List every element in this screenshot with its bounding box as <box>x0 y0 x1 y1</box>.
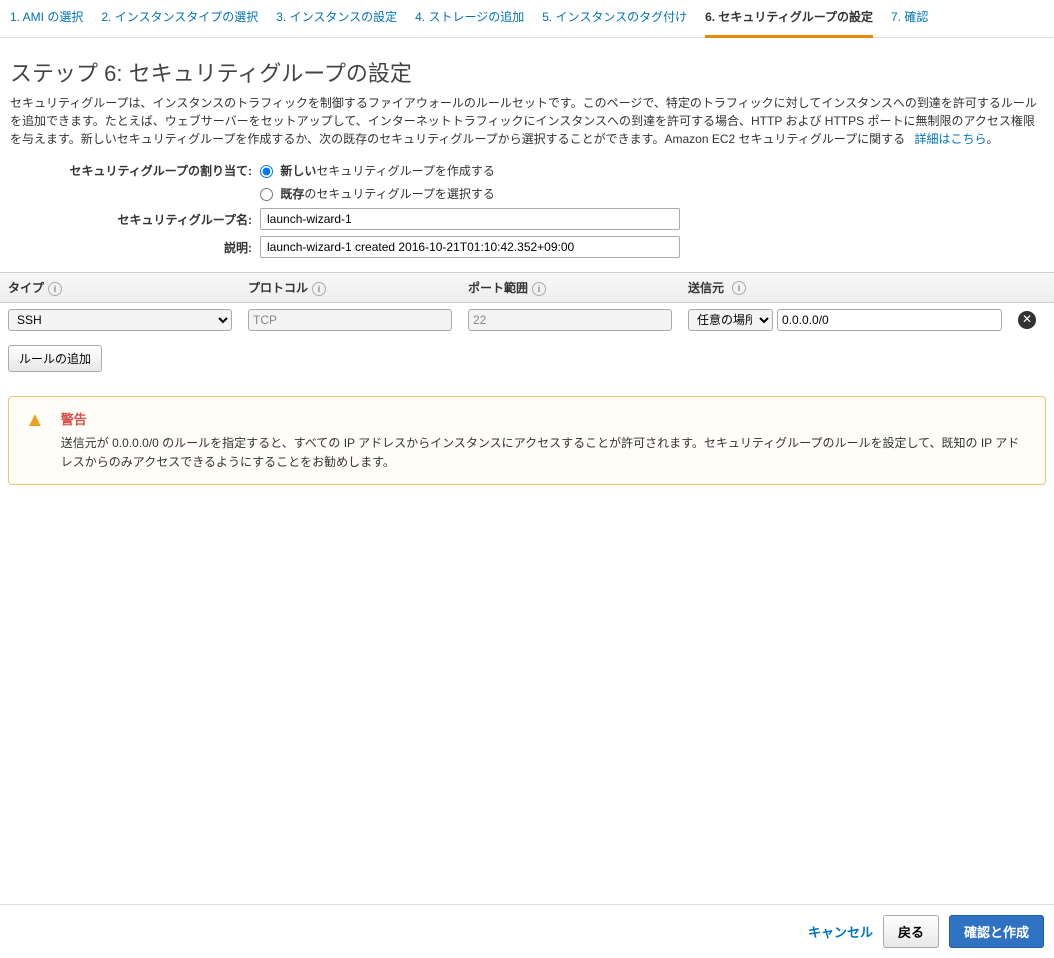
rule-port-input <box>468 309 672 331</box>
rule-row: SSH 任意の場所 ✕ <box>0 303 1054 337</box>
radio-new[interactable]: 新しいセキュリティグループを作成する <box>260 164 495 178</box>
page-description: セキュリティグループは、インスタンスのトラフィックを制御するファイアウォールのル… <box>10 94 1044 148</box>
nav-step-4[interactable]: 4. ストレージの追加 <box>415 8 524 31</box>
wizard-nav: 1. AMI の選択 2. インスタンスタイプの選択 3. インスタンスの設定 … <box>0 0 1054 38</box>
radio-new-input[interactable] <box>260 165 273 178</box>
sg-desc-input[interactable] <box>260 236 680 258</box>
radio-existing-input[interactable] <box>260 188 273 201</box>
sg-name-label: セキュリティグループ名: <box>10 211 260 228</box>
rule-protocol-input <box>248 309 452 331</box>
warning-text: 送信元が 0.0.0.0/0 のルールを指定すると、すべての IP アドレスから… <box>61 434 1029 472</box>
nav-step-6[interactable]: 6. セキュリティグループの設定 <box>705 8 873 38</box>
warning-box: ▲ 警告 送信元が 0.0.0.0/0 のルールを指定すると、すべての IP ア… <box>8 396 1046 485</box>
learn-more-link[interactable]: 詳細はこちら <box>914 132 986 146</box>
rule-source-select[interactable]: 任意の場所 <box>688 309 773 331</box>
rule-type-select[interactable]: SSH <box>8 309 232 331</box>
review-create-button[interactable]: 確認と作成 <box>949 915 1044 948</box>
rules-header: タイプi プロトコルi ポート範囲i 送信元i <box>0 272 1054 303</box>
nav-step-5[interactable]: 5. インスタンスのタグ付け <box>542 8 687 31</box>
nav-step-3[interactable]: 3. インスタンスの設定 <box>276 8 397 31</box>
nav-step-7[interactable]: 7. 確認 <box>891 8 928 31</box>
radio-existing[interactable]: 既存のセキュリティグループを選択する <box>260 187 495 201</box>
cancel-button[interactable]: キャンセル <box>808 922 873 941</box>
page-title: ステップ 6: セキュリティグループの設定 <box>10 56 1044 88</box>
sg-desc-label: 説明: <box>10 239 260 256</box>
warning-title: 警告 <box>61 409 1029 428</box>
assign-label: セキュリティグループの割り当て: <box>10 162 260 179</box>
remove-rule-icon[interactable]: ✕ <box>1018 311 1036 329</box>
info-icon[interactable]: i <box>532 282 546 296</box>
sg-name-input[interactable] <box>260 208 680 230</box>
back-button[interactable]: 戻る <box>883 915 939 948</box>
nav-step-2[interactable]: 2. インスタンスタイプの選択 <box>101 8 258 31</box>
warning-icon: ▲ <box>25 409 45 472</box>
rule-source-cidr-input[interactable] <box>777 309 1002 331</box>
nav-step-1[interactable]: 1. AMI の選択 <box>10 8 83 31</box>
info-icon[interactable]: i <box>732 281 746 295</box>
info-icon[interactable]: i <box>48 282 62 296</box>
add-rule-button[interactable]: ルールの追加 <box>8 345 102 372</box>
footer: キャンセル 戻る 確認と作成 <box>0 904 1054 958</box>
info-icon[interactable]: i <box>312 282 326 296</box>
